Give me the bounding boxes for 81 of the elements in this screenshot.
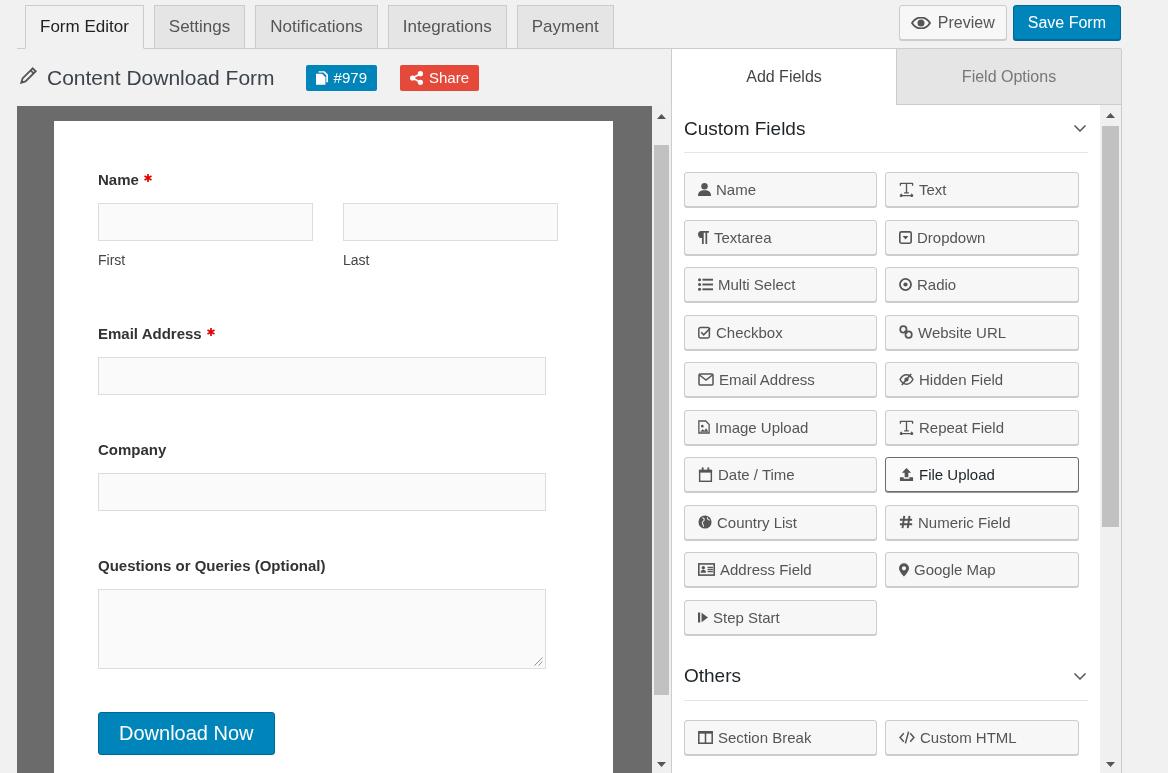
list-icon [698, 278, 713, 291]
field-button[interactable]: Dropdown [885, 219, 1079, 255]
tab[interactable]: Integrations [387, 5, 507, 48]
eye-icon [910, 16, 931, 29]
copy-icon [315, 70, 328, 85]
field-label: Questions or Queries (Optional) [98, 556, 326, 576]
user-icon [698, 183, 711, 196]
input-field[interactable] [343, 203, 558, 241]
image-file-icon [698, 420, 710, 434]
tab[interactable]: Form Editor [25, 5, 144, 49]
tab[interactable]: Settings [153, 5, 246, 48]
tab[interactable]: Payment [516, 5, 614, 48]
tab[interactable]: Field Options [896, 49, 1121, 105]
field-button[interactable]: Numeric Field [885, 504, 1079, 540]
chevron-down-icon[interactable] [1074, 125, 1086, 132]
code-icon [899, 730, 915, 744]
field-button[interactable]: Name [684, 172, 877, 207]
tab[interactable]: Add Fields [672, 49, 896, 105]
field-button[interactable]: Hidden Field [885, 362, 1079, 397]
field-button[interactable]: Address Field [684, 552, 877, 587]
address-card-icon [698, 563, 715, 576]
input-field[interactable] [98, 357, 546, 395]
scrollbar-thumb[interactable] [1102, 126, 1119, 527]
textarea-field[interactable] [98, 589, 546, 669]
eye-slash-icon [899, 373, 914, 386]
field-button[interactable]: Checkbox [684, 314, 877, 350]
field-label: Company [98, 440, 167, 460]
columns-icon [698, 730, 713, 744]
field-button[interactable]: Image Upload [684, 409, 877, 445]
field-button[interactable]: Custom HTML [885, 719, 1079, 755]
envelope-icon [698, 373, 714, 386]
link-icon [899, 325, 913, 339]
calendar-icon [698, 467, 713, 482]
paragraph-icon [698, 230, 709, 244]
input-field[interactable] [98, 473, 546, 511]
upload-icon [899, 467, 914, 482]
checkbox-icon [698, 325, 711, 339]
save-button[interactable]: Save Form [1012, 5, 1121, 40]
field-button[interactable]: Date / Time [684, 457, 877, 492]
share-icon [410, 70, 423, 85]
globe-icon [698, 515, 712, 529]
radio-icon [899, 278, 912, 291]
field-button[interactable]: Email Address [684, 362, 877, 397]
field-label: Email Address [98, 324, 202, 344]
field-label: Name [98, 170, 139, 190]
resize-grip-icon [534, 657, 543, 666]
input-field[interactable] [98, 203, 313, 241]
text-icon [899, 182, 914, 197]
field-button[interactable]: File Upload [885, 457, 1079, 492]
tab[interactable]: Notifications [255, 5, 378, 48]
sublabel: First [98, 251, 126, 269]
scroll-down-icon[interactable] [1106, 762, 1115, 767]
download-button[interactable]: Download Now [98, 712, 275, 755]
caret-square-icon [899, 230, 912, 244]
preview-button[interactable]: Preview [898, 5, 1007, 40]
step-forward-icon [698, 610, 708, 624]
pencil-icon [20, 66, 37, 84]
section-title: Others [684, 665, 742, 687]
scroll-down-icon[interactable] [657, 762, 666, 767]
scroll-up-icon[interactable] [657, 114, 666, 119]
form-title: Content Download Form [47, 65, 275, 90]
field-button[interactable]: Section Break [684, 719, 877, 755]
field-button[interactable]: Textarea [684, 219, 877, 255]
section-title: Custom Fields [684, 117, 806, 140]
field-button[interactable]: Repeat Field [885, 409, 1079, 445]
text-icon [899, 419, 914, 435]
scrollbar-thumb[interactable] [654, 145, 669, 695]
hash-icon [899, 515, 913, 529]
sublabel: Last [343, 251, 370, 269]
field-button[interactable]: Website URL [885, 314, 1079, 350]
share-button[interactable]: Share [400, 64, 479, 91]
field-button[interactable]: Step Start [684, 599, 877, 635]
field-button[interactable]: Google Map [885, 552, 1079, 587]
field-button[interactable]: Text [885, 172, 1079, 207]
form-id-button[interactable]: #979 [305, 64, 377, 91]
scroll-up-icon[interactable] [1106, 113, 1115, 118]
field-button[interactable]: Multi Select [684, 267, 877, 302]
chevron-down-icon[interactable] [1074, 672, 1086, 680]
field-button[interactable]: Radio [885, 267, 1079, 302]
field-button[interactable]: Country List [684, 504, 877, 540]
map-pin-icon [899, 562, 909, 577]
